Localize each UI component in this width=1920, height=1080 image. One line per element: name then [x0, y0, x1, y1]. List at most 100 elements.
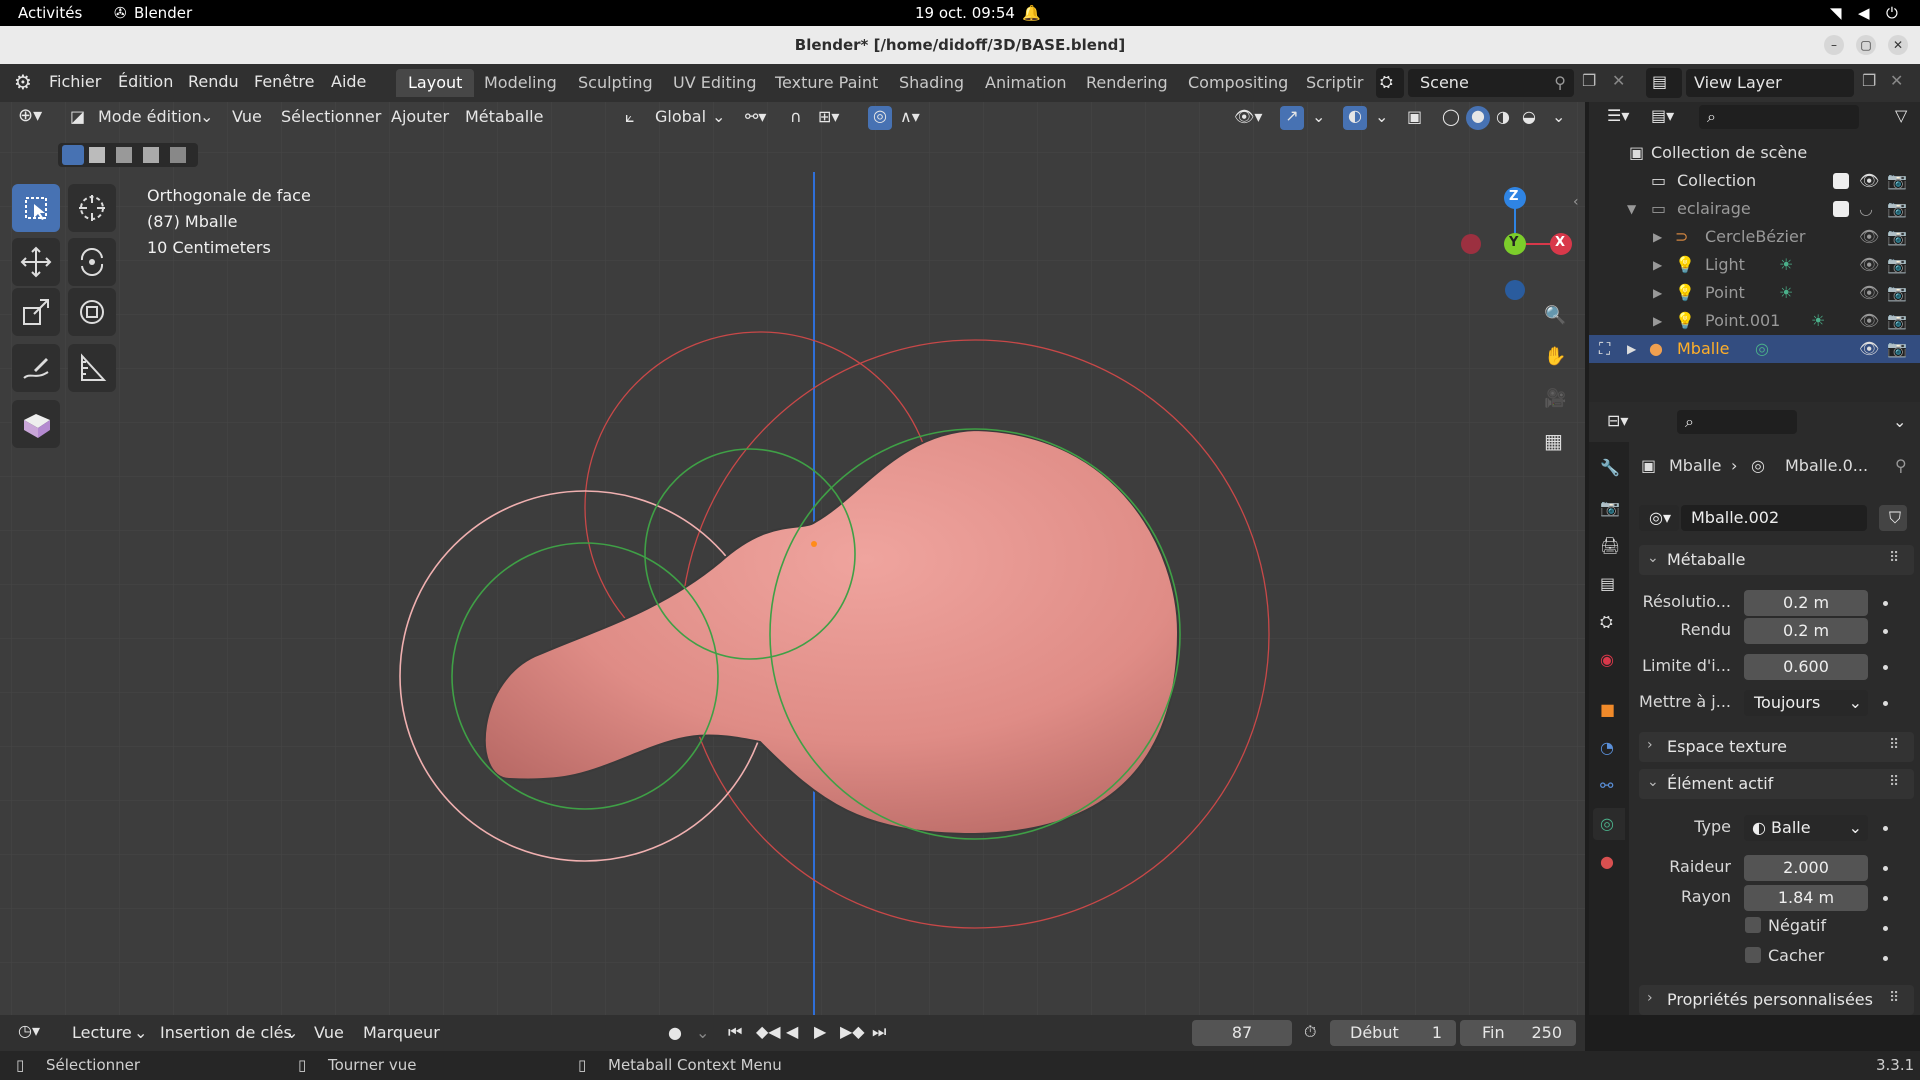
keyframe-dot[interactable]: [1883, 665, 1888, 670]
material-shading-icon[interactable]: ◑: [1496, 107, 1510, 126]
tool-tab-icon[interactable]: 🔧: [1600, 458, 1620, 477]
properties-search-input[interactable]: ⌕: [1677, 410, 1797, 434]
play-reverse-icon[interactable]: ◀: [786, 1022, 798, 1041]
expand-icon[interactable]: ▶: [1653, 286, 1662, 300]
volume-icon[interactable]: ◀: [1858, 4, 1870, 22]
current-frame-field[interactable]: 87: [1192, 1020, 1292, 1046]
maximize-button[interactable]: ▢: [1856, 35, 1876, 55]
close-button[interactable]: ✕: [1888, 35, 1908, 55]
physics-tab-icon[interactable]: ◔: [1600, 738, 1614, 757]
world-tab-icon[interactable]: ◉: [1600, 650, 1614, 669]
eye-icon[interactable]: 👁: [1859, 255, 1879, 274]
pin-icon[interactable]: ⚲: [1895, 456, 1907, 475]
end-frame-field[interactable]: Fin 250: [1460, 1020, 1576, 1046]
render-resolution-field[interactable]: 0.2 m: [1744, 618, 1868, 644]
datablock-browse-button[interactable]: ◎▾: [1639, 505, 1679, 531]
outliner-scene-collection[interactable]: ▣ Collection de scène: [1589, 139, 1920, 167]
tab-shading[interactable]: Shading: [887, 69, 976, 97]
fake-user-shield-icon[interactable]: ⛉: [1879, 505, 1907, 531]
scene-selector[interactable]: ⛭: [1376, 68, 1404, 98]
render-tab-icon[interactable]: 📷: [1600, 498, 1620, 517]
chevron-down-icon[interactable]: ⌄: [1375, 107, 1388, 126]
select-intersect-icon[interactable]: [170, 147, 186, 163]
xray-icon[interactable]: ▣: [1407, 107, 1422, 126]
camera-icon[interactable]: 🎥: [1536, 382, 1572, 418]
keyframe-dot[interactable]: [1883, 601, 1888, 606]
pan-hand-icon[interactable]: ✋: [1536, 340, 1572, 376]
gizmo-neg-x-axis[interactable]: [1461, 234, 1481, 254]
activities-button[interactable]: Activités: [18, 4, 82, 22]
start-frame-field[interactable]: Début 1: [1330, 1020, 1456, 1046]
proportional-edit-icon[interactable]: ◎: [868, 106, 892, 130]
delete-view-layer-icon[interactable]: ✕: [1890, 71, 1903, 90]
tab-uv-editing[interactable]: UV Editing: [661, 69, 768, 97]
stopwatch-icon[interactable]: ⏱: [1304, 1022, 1316, 1042]
menu-marqueur[interactable]: Marqueur: [363, 1023, 440, 1042]
scale-tool[interactable]: [12, 288, 60, 336]
drag-handle-icon[interactable]: ⠿: [1889, 990, 1899, 1006]
menu-vue-timeline[interactable]: Vue: [314, 1023, 344, 1042]
view-layer-field[interactable]: View Layer: [1686, 69, 1854, 97]
zoom-icon[interactable]: 🔍: [1536, 299, 1572, 335]
expand-icon[interactable]: ▼: [1627, 202, 1636, 216]
eye-icon[interactable]: 👁: [1859, 339, 1879, 358]
new-view-layer-icon[interactable]: ❐: [1862, 71, 1876, 90]
panel-element-actif-header[interactable]: ⌄ Élément actif ⠿: [1639, 769, 1914, 799]
overlays-icon[interactable]: ◐: [1343, 106, 1367, 130]
constraints-tab-icon[interactable]: ⚯: [1600, 776, 1613, 795]
jump-end-icon[interactable]: ⏭: [872, 1022, 886, 1042]
keyframe-dot[interactable]: [1883, 926, 1888, 931]
outliner-item-cerclebezier[interactable]: ▶ ⊃ CercleBézier 👁 📷: [1589, 223, 1920, 251]
outliner-item-mballe[interactable]: ⛶ ▶ ● Mballe ◎ 👁 📷: [1589, 335, 1920, 363]
keyframe-dot[interactable]: [1883, 826, 1888, 831]
camera-render-icon[interactable]: 📷: [1887, 171, 1907, 190]
editor-type-icon[interactable]: ⊕▾: [18, 105, 42, 126]
power-icon[interactable]: ⏻: [1886, 4, 1898, 22]
outliner-item-point[interactable]: ▶ 💡 Point ☀ 👁 📷: [1589, 279, 1920, 307]
sidebar-toggle-icon[interactable]: ‹: [1573, 194, 1579, 210]
gizmo-neg-z-axis[interactable]: [1505, 280, 1525, 300]
negative-checkbox[interactable]: [1745, 917, 1761, 933]
radius-field[interactable]: 1.84 m: [1744, 885, 1868, 911]
update-dropdown[interactable]: Toujours ⌄: [1744, 690, 1868, 716]
keyframe-dot[interactable]: [1883, 629, 1888, 634]
chevron-down-icon[interactable]: ⌄: [1552, 107, 1565, 126]
wireframe-shading-icon[interactable]: ◯: [1442, 107, 1460, 126]
menu-fenetre[interactable]: Fenêtre: [254, 72, 315, 91]
visibility-icon[interactable]: 👁▾: [1234, 107, 1262, 126]
tab-scripting[interactable]: Scriptir: [1294, 69, 1375, 97]
add-cube-tool[interactable]: [12, 400, 60, 448]
properties-editor-icon[interactable]: ⊟▾: [1607, 411, 1628, 430]
outliner-item-point001[interactable]: ▶ 💡 Point.001 ☀ 👁 📷: [1589, 307, 1920, 335]
outliner-item-collection[interactable]: ▭ Collection 👁 📷: [1589, 167, 1920, 195]
type-dropdown[interactable]: ◐ Balle ⌄: [1744, 815, 1868, 841]
chevron-down-icon[interactable]: ⌄: [1312, 107, 1325, 126]
tab-animation[interactable]: Animation: [973, 69, 1079, 97]
move-tool[interactable]: [12, 238, 60, 286]
menu-ajouter[interactable]: Ajouter: [391, 107, 449, 126]
view-layer-selector[interactable]: ▤: [1646, 68, 1682, 98]
timeline-editor-icon[interactable]: ◷▾: [18, 1021, 40, 1040]
object-tab-icon[interactable]: ■: [1600, 700, 1615, 719]
menu-vue[interactable]: Vue: [232, 107, 262, 126]
menu-edition[interactable]: Édition: [118, 72, 173, 91]
tab-compositing[interactable]: Compositing: [1176, 69, 1300, 97]
wifi-icon[interactable]: ◥: [1830, 4, 1842, 22]
tab-rendering[interactable]: Rendering: [1074, 69, 1180, 97]
menu-selectionner[interactable]: Sélectionner: [281, 107, 381, 126]
menu-rendu[interactable]: Rendu: [188, 72, 239, 91]
expand-icon[interactable]: ▶: [1627, 342, 1636, 356]
expand-icon[interactable]: ▶: [1653, 258, 1662, 272]
orientation-dropdown[interactable]: Global: [655, 107, 706, 126]
clock[interactable]: 19 oct. 09:54: [915, 4, 1015, 22]
resolution-field[interactable]: 0.2 m: [1744, 590, 1868, 616]
menu-aide[interactable]: Aide: [331, 72, 366, 91]
outliner-search-input[interactable]: ⌕: [1699, 105, 1859, 129]
threshold-field[interactable]: 0.600: [1744, 654, 1868, 680]
camera-render-icon[interactable]: 📷: [1887, 227, 1907, 246]
minimize-button[interactable]: –: [1824, 35, 1844, 55]
measure-tool[interactable]: [68, 344, 116, 392]
tab-sculpting[interactable]: Sculpting: [566, 69, 665, 97]
drag-handle-icon[interactable]: ⠿: [1889, 774, 1899, 790]
falloff-icon[interactable]: ∧▾: [900, 107, 920, 126]
